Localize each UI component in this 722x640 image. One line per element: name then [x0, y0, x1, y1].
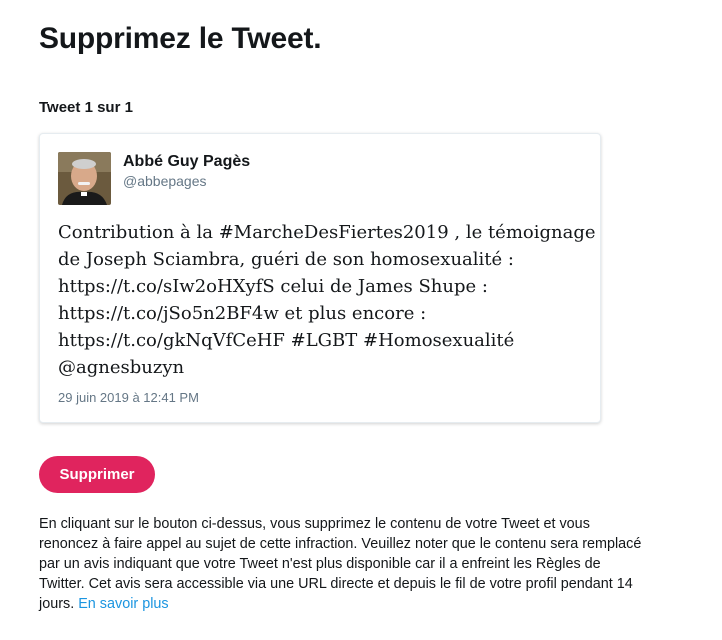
tweet-count: Tweet 1 sur 1 — [39, 99, 133, 116]
avatar[interactable] — [58, 152, 111, 205]
notice-text: En cliquant sur le bouton ci-dessus, vou… — [39, 514, 719, 614]
tweet-text-line: https://t.co/sIw2oHXyfS celui de James S… — [58, 276, 488, 297]
tweet-text-line: de Joseph Sciambra, guéri de son homosex… — [58, 249, 514, 270]
author-handle[interactable]: @abbepages — [123, 173, 207, 189]
tweet-timestamp: 29 juin 2019 à 12:41 PM — [58, 390, 199, 405]
notice-line: Twitter. Cet avis sera accessible via un… — [39, 576, 633, 592]
notice-last-line: jours. — [39, 596, 75, 612]
notice-line: jours. En savoir plus — [39, 594, 719, 614]
tweet-text-line: Contribution à la #MarcheDesFiertes2019 … — [58, 222, 596, 243]
tweet-text-line: @agnesbuzyn — [58, 357, 185, 378]
avatar-photo-icon — [58, 152, 111, 205]
delete-button[interactable]: Supprimer — [39, 456, 155, 493]
notice-line: En cliquant sur le bouton ci-dessus, vou… — [39, 516, 590, 532]
notice-line: par un avis indiquant que votre Tweet n'… — [39, 556, 601, 572]
tweet-text-line: https://t.co/jSo5n2BF4w et plus encore : — [58, 303, 427, 324]
tweet-card: Abbé Guy Pagès @abbepages Contribution à… — [39, 133, 601, 423]
page-title: Supprimez le Tweet. — [39, 22, 322, 55]
learn-more-link[interactable]: En savoir plus — [78, 596, 168, 612]
tweet-text: Contribution à la #MarcheDesFiertes2019 … — [58, 219, 596, 381]
tweet-text-line: https://t.co/gkNqVfCeHF #LGBT #Homosexua… — [58, 330, 515, 351]
author-name[interactable]: Abbé Guy Pagès — [123, 153, 250, 171]
notice-line: renoncez à faire appel au sujet de cette… — [39, 536, 642, 552]
